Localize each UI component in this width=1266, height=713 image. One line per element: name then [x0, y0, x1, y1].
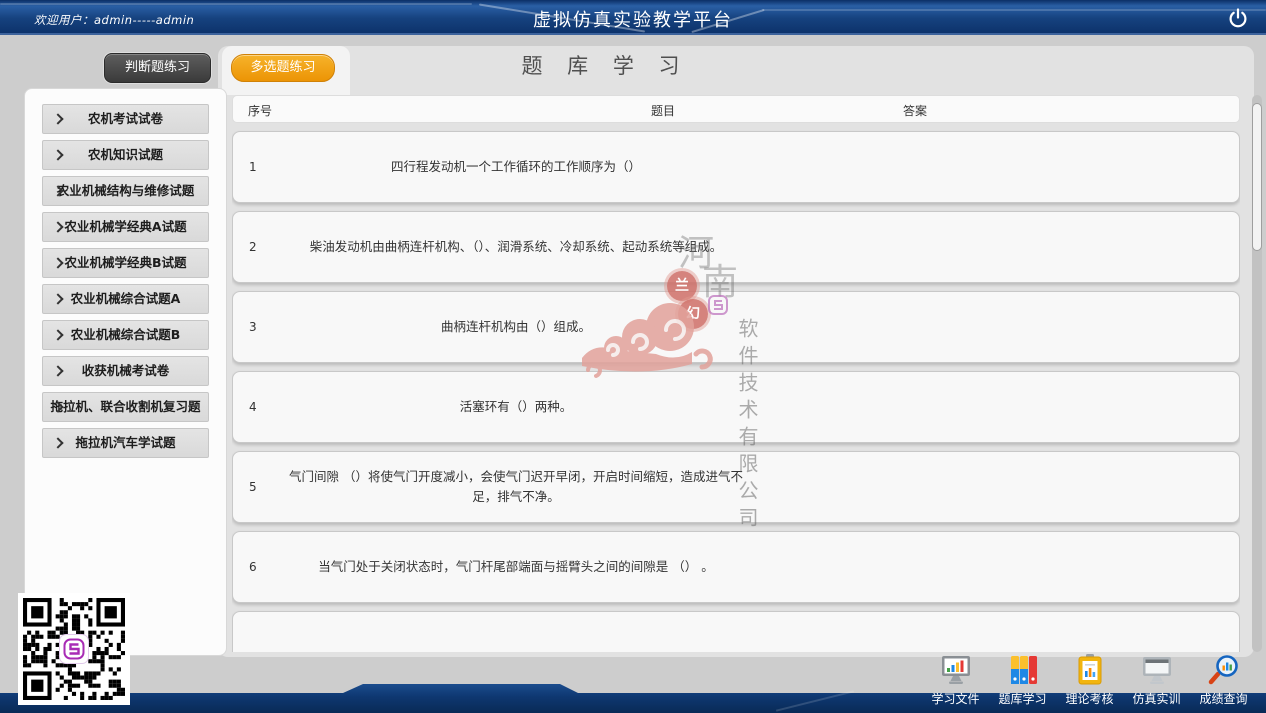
chevron-right-icon — [52, 257, 63, 268]
sidebar-item-label: 农业机械结构与维修试题 — [57, 183, 195, 198]
sidebar-item-label: 农机考试试卷 — [88, 111, 163, 126]
sidebar-item-label: 农业机械综合试题B — [71, 327, 181, 342]
clipboard-chart-icon — [1072, 653, 1108, 687]
sidebar-item[interactable]: 农业机械结构与维修试题 — [42, 176, 209, 206]
sidebar-item-label: 农业机械学经典B试题 — [64, 255, 186, 270]
footer-item-study-files[interactable]: 学习文件 — [922, 653, 989, 711]
binders-icon — [1005, 653, 1041, 687]
topbar-decor-line — [0, 3, 472, 5]
sidebar-item[interactable]: 农业机械综合试题B — [42, 320, 209, 350]
sidebar-item-label: 收获机械考试卷 — [82, 363, 170, 378]
sidebar-item[interactable]: 农机考试试卷 — [42, 104, 209, 134]
question-row[interactable]: 6 当气门处于关闭状态时，气门杆尾部端面与摇臂头之间的间隙是 （） 。 — [232, 531, 1240, 603]
question-row[interactable]: 1 四行程发动机一个工作循环的工作顺序为（） — [232, 131, 1240, 203]
question-number: 6 — [249, 532, 257, 602]
question-number: 3 — [249, 292, 257, 362]
question-text: 当气门处于关闭状态时，气门杆尾部端面与摇臂头之间的间隙是 （） 。 — [277, 532, 755, 602]
footer-item-label: 学习文件 — [922, 690, 989, 707]
chevron-right-icon — [52, 437, 63, 448]
tab-judge-practice[interactable]: 判断题练习 — [104, 53, 211, 83]
sidebar-item[interactable]: 农业机械综合试题A — [42, 284, 209, 314]
monitor-icon — [1139, 653, 1175, 687]
sidebar-item-label: 拖拉机、联合收割机复习题 — [50, 399, 200, 414]
question-row[interactable]: 4 活塞环有（）两种。 — [232, 371, 1240, 443]
column-header-no: 序号 — [248, 102, 272, 119]
page-title: 题 库 学 习 — [430, 50, 780, 80]
monitor-chart-icon — [938, 653, 974, 687]
footer-item-simulation-training[interactable]: 仿真实训 — [1123, 653, 1190, 711]
qr-center-logo-icon — [59, 634, 89, 664]
column-header-question: 题目 — [633, 102, 693, 119]
question-text: 曲柄连杆机构由（）组成。 — [277, 292, 755, 362]
app-title: 虚拟仿真实验教学平台 — [0, 6, 1266, 32]
sidebar-item-label: 农业机械综合试题A — [71, 291, 181, 306]
chevron-right-icon — [52, 221, 63, 232]
chevron-right-icon — [52, 329, 63, 340]
qr-code — [18, 593, 130, 705]
question-row[interactable]: 3 曲柄连杆机构由（）组成。 — [232, 291, 1240, 363]
question-text: 四行程发动机一个工作循环的工作顺序为（） — [277, 132, 755, 202]
footer-item-score-query[interactable]: 成绩查询 — [1190, 653, 1257, 711]
question-number: 4 — [249, 372, 257, 442]
column-header-answer: 答案 — [885, 102, 945, 119]
app-window: 欢迎用户：admin-----admin 虚拟仿真实验教学平台 判断题练习 多选… — [0, 0, 1266, 713]
footer-item-label: 题库学习 — [989, 690, 1056, 707]
question-row[interactable]: 5 气门间隙 （）将使气门开度减小，会使气门迟开早闭，开启时间缩短，造成进气不足，… — [232, 451, 1240, 523]
question-text — [277, 612, 755, 652]
sidebar-item-label: 拖拉机汽车学试题 — [75, 435, 175, 450]
footer-item-question-bank[interactable]: 题库学习 — [989, 653, 1056, 711]
question-text: 活塞环有（）两种。 — [277, 372, 755, 442]
sidebar-item-label: 农机知识试题 — [88, 147, 163, 162]
scrollbar-thumb[interactable] — [1252, 103, 1262, 251]
question-list: 序号 题目 答案 1 四行程发动机一个工作循环的工作顺序为（） 2 柴油发动机由曲柄… — [232, 95, 1240, 652]
sidebar-item[interactable]: 拖拉机、联合收割机复习题 — [42, 392, 209, 422]
question-text: 气门间隙 （）将使气门开度减小，会使气门迟开早闭，开启时间缩短，造成进气不足，排… — [277, 452, 755, 522]
chevron-right-icon — [52, 113, 63, 124]
question-row[interactable] — [232, 611, 1240, 652]
sidebar-item[interactable]: 农业机械学经典B试题 — [42, 248, 209, 278]
question-number: 1 — [249, 132, 257, 202]
power-icon — [1226, 6, 1250, 30]
question-text: 柴油发动机由曲柄连杆机构、（）、润滑系统、冷却系统、起动系统等组成。 — [277, 212, 755, 282]
sidebar-item-label: 农业机械学经典A试题 — [64, 219, 186, 234]
sidebar-item[interactable]: 农业机械学经典A试题 — [42, 212, 209, 242]
tab-multi-choice-practice[interactable]: 多选题练习 — [231, 54, 335, 82]
footer-item-label: 理论考核 — [1056, 690, 1123, 707]
sidebar-item[interactable]: 拖拉机汽车学试题 — [42, 428, 209, 458]
question-number: 2 — [249, 212, 257, 282]
footer-item-theory-exam[interactable]: 理论考核 — [1056, 653, 1123, 711]
scrollbar-track[interactable] — [1252, 95, 1262, 652]
chevron-right-icon — [52, 293, 63, 304]
footer-item-label: 仿真实训 — [1123, 690, 1190, 707]
power-button[interactable] — [1226, 6, 1250, 30]
table-header: 序号 题目 答案 — [232, 95, 1240, 123]
magnifier-chart-icon — [1206, 653, 1242, 687]
footer-item-label: 成绩查询 — [1190, 690, 1257, 707]
chevron-right-icon — [52, 365, 63, 376]
chevron-right-icon — [52, 149, 63, 160]
question-row[interactable]: 2 柴油发动机由曲柄连杆机构、（）、润滑系统、冷却系统、起动系统等组成。 — [232, 211, 1240, 283]
sidebar-item[interactable]: 收获机械考试卷 — [42, 356, 209, 386]
question-number: 5 — [249, 452, 257, 522]
sidebar-category-panel: 农机考试试卷 农机知识试题 农业机械结构与维修试题 农业机械学经典A试题 农业机… — [24, 88, 227, 656]
top-bar: 欢迎用户：admin-----admin 虚拟仿真实验教学平台 — [0, 0, 1266, 35]
sidebar-item[interactable]: 农机知识试题 — [42, 140, 209, 170]
